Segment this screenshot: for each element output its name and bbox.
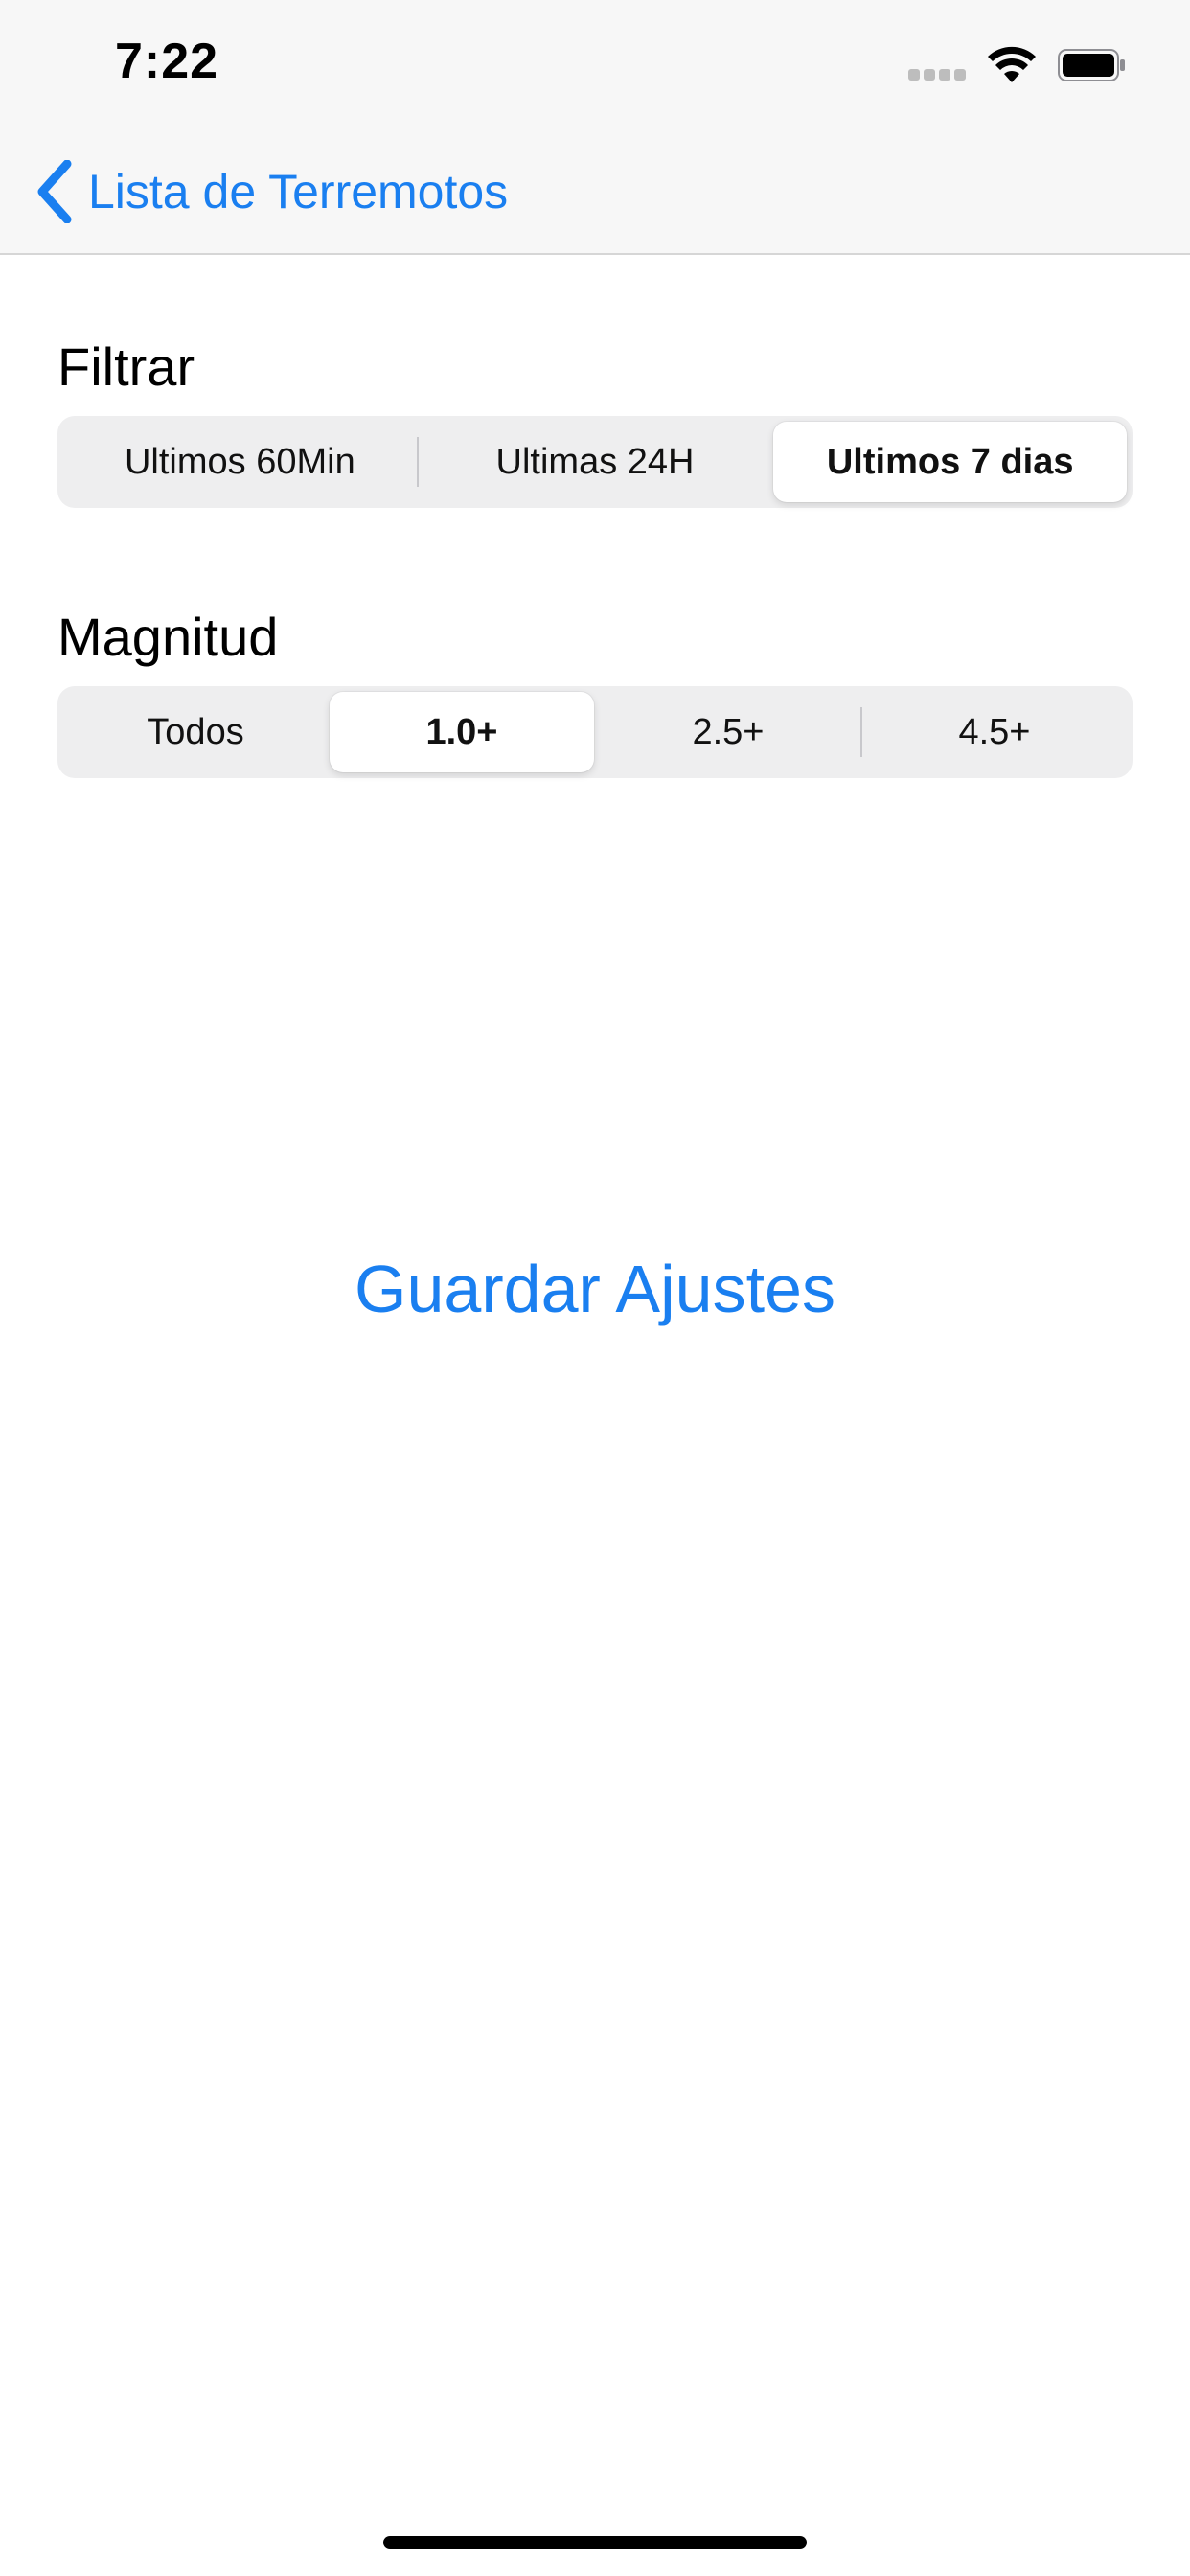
home-indicator[interactable] <box>383 2536 807 2549</box>
status-time: 7:22 <box>115 34 219 89</box>
magnitude-segmented-control: Todos 1.0+ 2.5+ 4.5+ <box>57 686 1133 778</box>
magnitude-option-1-0[interactable]: 1.0+ <box>330 692 594 772</box>
magnitude-option-2-5[interactable]: 2.5+ <box>596 692 860 772</box>
filter-option-60min[interactable]: Ultimos 60Min <box>63 422 417 502</box>
status-icons <box>908 42 1129 90</box>
magnitude-label: Magnitud <box>57 607 279 667</box>
wifi-icon <box>988 46 1036 82</box>
filter-option-7days[interactable]: Ultimos 7 dias <box>773 422 1128 502</box>
back-button-label: Lista de Terremotos <box>88 165 509 218</box>
settings-screen: 7:22 Lista de Terremotos Filtrar Ultimos… <box>0 0 1190 2576</box>
back-button[interactable]: Lista de Terremotos <box>34 153 508 230</box>
filter-option-24h[interactable]: Ultimas 24H <box>419 422 772 502</box>
magnitude-option-all[interactable]: Todos <box>63 692 328 772</box>
chevron-left-icon <box>37 160 72 223</box>
battery-icon <box>1058 49 1125 81</box>
magnitude-option-4-5[interactable]: 4.5+ <box>862 692 1127 772</box>
cellular-signal-icon <box>908 69 966 80</box>
filter-label: Filtrar <box>57 336 195 397</box>
save-settings-button[interactable]: Guardar Ajustes <box>0 1236 1190 1342</box>
filter-segmented-control: Ultimos 60Min Ultimas 24H Ultimos 7 dias <box>57 416 1133 508</box>
navigation-bar: 7:22 Lista de Terremotos <box>0 0 1190 255</box>
